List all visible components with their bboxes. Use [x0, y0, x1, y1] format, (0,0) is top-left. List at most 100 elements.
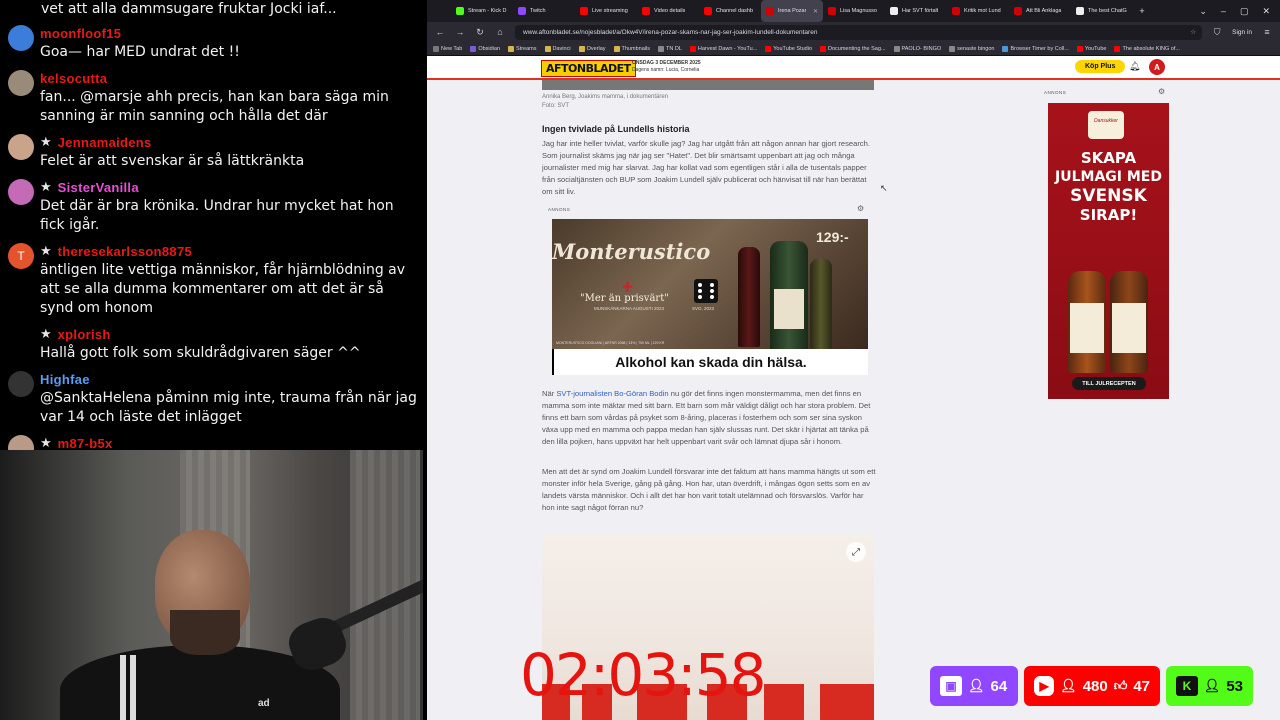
bookmark-item[interactable]: YouTube — [1076, 45, 1106, 52]
bookmark-item[interactable]: Overlay — [578, 45, 606, 52]
favicon-icon — [766, 7, 774, 15]
youtube-viewer-count: ▶ 👤︎ 480 👍︎ 47 — [1024, 666, 1160, 706]
tab-label: Kritik mot Lund — [964, 8, 1001, 14]
browser-tab[interactable]: Irena Pozar ✕ — [761, 0, 823, 22]
shield-icon[interactable]: ⛉ — [1212, 27, 1222, 38]
bell-icon[interactable]: 🔔︎ — [1129, 61, 1140, 72]
browser-tab[interactable]: The best ChatG — [1071, 0, 1133, 22]
bookmark-item[interactable]: TN DL — [657, 45, 682, 52]
bookmark-item[interactable]: Obsidian — [470, 45, 501, 52]
browser-tab[interactable]: Har SVT förtalt — [885, 0, 947, 22]
image-red-block — [764, 684, 804, 720]
avatar[interactable] — [8, 25, 34, 51]
bookmark-star-icon[interactable]: ☆ — [1190, 28, 1202, 36]
aftonbladet-logo[interactable]: AFTONBLADET — [541, 60, 636, 77]
bookmark-item[interactable]: senaste bingon — [949, 45, 995, 52]
chat-message: ★m87-b5xirena är underbar — [8, 433, 419, 450]
dice-icon — [694, 279, 718, 303]
avatar[interactable] — [8, 371, 34, 397]
forward-icon[interactable]: → — [455, 27, 465, 37]
avatar[interactable]: T — [8, 243, 34, 269]
dansukker-logo: Dansukker — [1088, 111, 1124, 139]
bookmark-item[interactable]: Thumbnails — [613, 45, 650, 52]
favicon-icon — [642, 7, 650, 15]
wine-ad[interactable]: Monterustico 129:- + "Mer än prisvärt" M… — [552, 219, 868, 349]
jacket-stripe — [130, 655, 136, 720]
browser-tab[interactable]: Lisa Magnusso — [823, 0, 885, 22]
bookmark-item[interactable]: Streams — [508, 45, 537, 52]
jacket-logo: ad — [258, 698, 270, 709]
expand-icon[interactable]: ⤢ — [846, 542, 866, 562]
journalist-link[interactable]: SVT-journalisten Bo-Göran Bodin — [556, 389, 668, 398]
chat-username[interactable]: Jennamaidens — [58, 135, 152, 150]
browser-tab[interactable]: Att Bli Anklaga — [1009, 0, 1071, 22]
youtube-viewers: 480 — [1082, 677, 1108, 695]
chat-username[interactable]: Highfae — [40, 372, 90, 387]
bookmark-item[interactable]: Davinci — [544, 45, 571, 52]
sign-in-button[interactable]: Sign in — [1232, 29, 1252, 36]
bookmark-label: Obsidian — [478, 45, 501, 52]
close-icon[interactable]: ✕ — [1262, 6, 1270, 17]
browser-tab[interactable]: Live streaming — [575, 0, 637, 22]
recipes-button[interactable]: TILL JULRECEPTEN — [1072, 377, 1146, 390]
wine-bottle — [738, 247, 760, 347]
chat-message-body: moonfloof15 Goa— har MED undrat det !! — [40, 23, 419, 62]
favicon-icon — [952, 7, 960, 15]
chat-username[interactable]: SisterVanilla — [58, 180, 139, 195]
star-badge-icon: ★ — [40, 326, 52, 341]
browser-tab[interactable]: Video details — [637, 0, 699, 22]
browser-tab[interactable]: Stream - Kick D — [451, 0, 513, 22]
close-tab-icon[interactable]: ✕ — [813, 8, 818, 15]
bookmark-item[interactable]: New Tab — [433, 45, 462, 52]
bookmark-item[interactable]: Harvest Dawn - YouTu... — [689, 45, 757, 52]
syrup-ad[interactable]: Dansukker SKAPA JULMAGI MED SVENSK SIRAP… — [1048, 103, 1169, 399]
menu-icon[interactable]: ≡ — [1262, 27, 1272, 37]
gear-icon[interactable]: ⚙ — [1158, 87, 1165, 96]
browser-tab[interactable]: Twitch — [513, 0, 575, 22]
bookmark-icon — [508, 45, 515, 52]
bookmark-item[interactable]: YouTube Studio — [765, 45, 812, 52]
chat-username-row: moonfloof15 — [40, 23, 419, 43]
tab-label: Live streaming — [592, 8, 628, 14]
minimize-icon[interactable]: – — [1221, 6, 1226, 17]
chat-username[interactable]: moonfloof15 — [40, 26, 121, 41]
bookmark-icon — [689, 45, 696, 52]
favicon-icon — [518, 7, 526, 15]
twitch-viewers: 64 — [990, 677, 1008, 695]
back-icon[interactable]: ← — [435, 27, 445, 37]
url-bar[interactable]: www.aftonbladet.se/nojesbladet/a/Okw4V/i… — [515, 24, 1203, 40]
article-image-bottom — [542, 80, 874, 90]
browser-tab[interactable]: Kritik mot Lund — [947, 0, 1009, 22]
bookmark-item[interactable]: Documenting the Sag... — [820, 45, 886, 52]
bookmark-item[interactable]: The absolute KING of... — [1114, 45, 1180, 52]
account-avatar[interactable]: A — [1149, 59, 1165, 75]
favicon-icon — [580, 7, 588, 15]
reload-icon[interactable]: ↻ — [475, 27, 485, 38]
bookmark-label: The absolute KING of... — [1122, 45, 1180, 52]
chat-username[interactable]: kelsocutta — [40, 71, 107, 86]
gear-icon[interactable]: ⚙ — [857, 204, 864, 213]
avatar[interactable] — [8, 134, 34, 160]
bookmark-label: senaste bingon — [957, 45, 995, 52]
chevron-down-icon[interactable]: ⌄ — [1199, 6, 1207, 17]
syrup-label — [1112, 303, 1146, 353]
bookmark-item[interactable]: Browser Timer by Coll... — [1002, 45, 1069, 52]
kick-icon: K — [1176, 676, 1198, 696]
avatar[interactable] — [8, 179, 34, 205]
bookmark-icon — [820, 45, 827, 52]
avatar[interactable] — [8, 326, 34, 352]
avatar[interactable] — [8, 435, 34, 450]
bookmark-item[interactable]: PAOLO- BINGO — [893, 45, 941, 52]
new-tab-button[interactable]: + — [1133, 0, 1151, 22]
chat-username-row: Highfae — [40, 369, 419, 389]
maximize-icon[interactable]: ▢ — [1240, 6, 1249, 17]
bookmark-icon — [544, 45, 551, 52]
chat-username[interactable]: xplorish — [58, 327, 111, 342]
chat-username[interactable]: theresekarlsson8875 — [58, 244, 192, 259]
chat-username[interactable]: m87-b5x — [58, 436, 113, 451]
browser-tab[interactable]: Channel dashb — [699, 0, 761, 22]
stream-timer: 02:03:58 — [520, 641, 766, 709]
avatar[interactable] — [8, 70, 34, 96]
buy-plus-button[interactable]: Köp Plus — [1075, 60, 1126, 73]
home-icon[interactable]: ⌂ — [495, 27, 505, 37]
